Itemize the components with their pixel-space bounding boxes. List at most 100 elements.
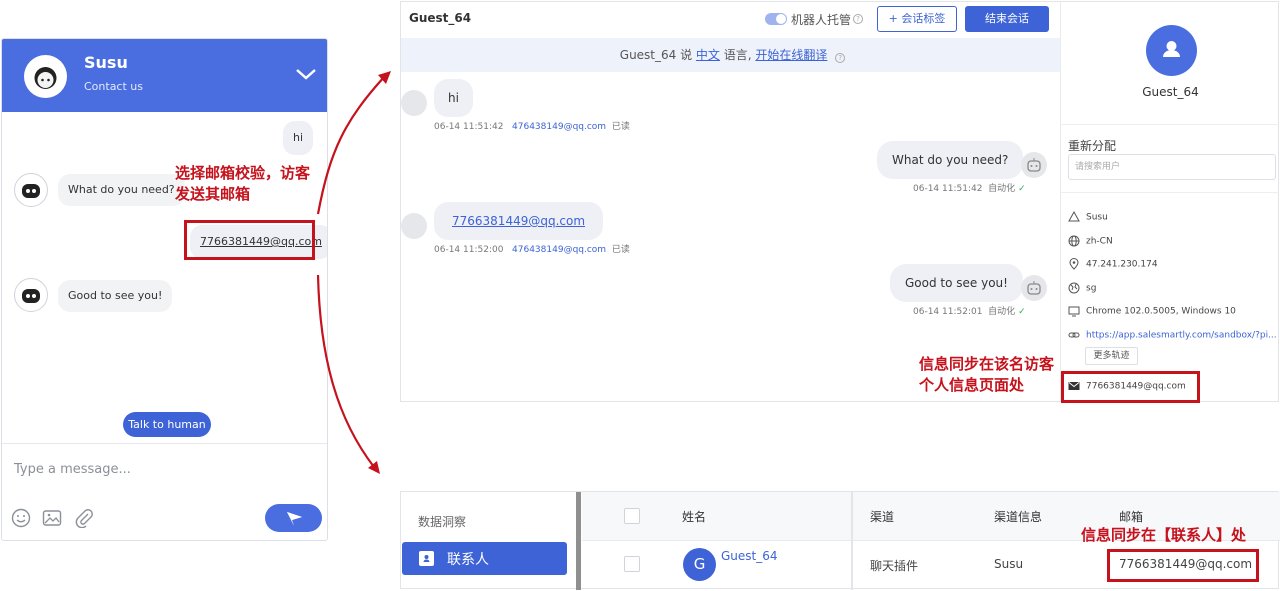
highlight-contact-email [1107, 549, 1259, 582]
user-message: hi [283, 121, 314, 155]
nav-contacts-label: 联系人 [447, 552, 489, 568]
banner-mid: 语言, [719, 48, 756, 62]
panel-splitter[interactable] [576, 492, 581, 590]
divider [1061, 124, 1279, 125]
talk-to-human-button[interactable]: Talk to human [123, 412, 211, 437]
nav-data-insights[interactable]: 数据洞察 [418, 513, 466, 530]
info-region-value: sg [1086, 283, 1097, 294]
info-channel-value: Susu [1086, 212, 1108, 223]
conversation-title: Guest_64 [409, 11, 472, 25]
highlight-visitor-email [1061, 371, 1200, 403]
message-email[interactable]: 476438149@qq.com [512, 122, 606, 132]
message-time: 06-14 11:51:42 [434, 122, 504, 132]
column-header-channel-info[interactable]: 渠道信息 [994, 508, 1042, 525]
send-button[interactable] [265, 504, 322, 532]
help-icon[interactable]: ? [835, 53, 846, 63]
automation-status: 自动化 [988, 307, 1016, 317]
bot-icon [1021, 275, 1047, 301]
contact-name[interactable]: Guest_64 [721, 549, 778, 563]
info-url-value[interactable]: https://app.salesmartly.com/sandbox/?pi.… [1086, 331, 1277, 341]
column-header-channel[interactable]: 渠道 [870, 508, 894, 525]
robot-hosting-label: 机器人托管 [791, 13, 852, 27]
add-tag-button[interactable]: + 会话标签 [877, 6, 957, 32]
arrowhead [378, 71, 391, 84]
bot-message: Good to see you! [890, 264, 1023, 302]
info-browser-value: Chrome 102.0.5005, Windows 10 [1086, 306, 1236, 317]
row-checkbox[interactable] [624, 556, 640, 572]
message-meta: 06-14 11:51:42 476438149@qq.com 已读 [434, 119, 630, 132]
widget-header: Susu Contact us [2, 39, 327, 112]
monitor-icon [1068, 305, 1080, 317]
panel-divider [1060, 2, 1061, 401]
widget-subtitle: Contact us [84, 80, 143, 93]
arrow-to-conversation [316, 75, 386, 215]
select-all-checkbox[interactable] [624, 508, 640, 524]
message-input[interactable]: Type a message... [2, 443, 327, 499]
divider [1061, 192, 1279, 193]
language-link[interactable]: 中文 [696, 48, 720, 62]
info-ip: 47.241.230.174 [1068, 258, 1158, 270]
bot-message: Good to see you! [58, 280, 173, 312]
contact-channel-info: Susu [994, 557, 1024, 571]
translation-banner: Guest_64 说 中文 语言, 开始在线翻译 ? [401, 38, 1060, 72]
column-header-email[interactable]: 邮箱 [1119, 508, 1143, 525]
visitor-profile-name: Guest_64 [1142, 85, 1199, 99]
emoji-icon[interactable] [11, 508, 31, 528]
start-translation-link[interactable]: 开始在线翻译 [755, 48, 827, 62]
column-header-name[interactable]: 姓名 [682, 508, 706, 525]
widget-title: Susu [84, 53, 128, 72]
annotation-visitor-info: 信息同步在该名访客个人信息页面处 [919, 355, 1055, 394]
bot-message: What do you need? [877, 141, 1024, 179]
contact-avatar: G [683, 548, 716, 581]
contacts-icon [419, 551, 434, 566]
robot-hosting-toggle[interactable] [765, 13, 787, 25]
visitor-profile-avatar [1146, 25, 1197, 76]
globe-icon [1068, 235, 1080, 247]
info-ip-value: 47.241.230.174 [1086, 259, 1158, 270]
reassign-label: 重新分配 [1068, 139, 1117, 153]
help-icon[interactable]: ? [853, 14, 863, 24]
more-tracks-button[interactable]: 更多轨迹 [1085, 347, 1138, 365]
agent-avatar [24, 55, 67, 98]
user-search-input[interactable]: 请搜索用户 [1068, 154, 1276, 180]
message-time: 06-14 11:52:00 [434, 245, 504, 255]
automation-status: 自动化 [988, 184, 1016, 194]
message-meta: 06-14 11:52:01 自动化 ✓ [913, 304, 1026, 317]
bot-icon [1021, 152, 1047, 178]
read-status: 已读 [611, 245, 630, 255]
visitor-avatar [401, 90, 427, 116]
chat-widget: Susu Contact us hi What do you need? 776… [1, 38, 328, 541]
message-time: 06-14 11:52:01 [913, 307, 983, 317]
conversation-panel: Guest_64 机器人托管 ? + 会话标签 结束会话 Guest_64 说 … [400, 1, 1279, 402]
info-url: https://app.salesmartly.com/sandbox/?pi.… [1068, 329, 1277, 341]
info-language: zh-CN [1068, 235, 1113, 247]
link-icon [1068, 329, 1080, 341]
info-language-value: zh-CN [1086, 236, 1113, 247]
image-icon[interactable] [42, 508, 62, 528]
nav-contacts[interactable]: 联系人 [402, 542, 567, 575]
end-conversation-button[interactable]: 结束会话 [965, 6, 1049, 32]
message-email[interactable]: 476438149@qq.com [512, 245, 606, 255]
info-channel: Susu [1068, 210, 1108, 223]
visitor-message-email[interactable]: 7766381449@qq.com [434, 202, 604, 240]
highlight-widget-email [184, 220, 315, 260]
add-tag-label: 会话标签 [901, 12, 946, 25]
check-icon: ✓ [1018, 184, 1026, 194]
message-time: 06-14 11:51:42 [913, 184, 983, 194]
check-icon: ✓ [1018, 307, 1026, 317]
earth-icon [1068, 282, 1080, 294]
arrowhead [368, 461, 380, 474]
column-divider [851, 492, 853, 590]
read-status: 已读 [611, 122, 630, 132]
chevron-down-icon[interactable] [295, 63, 317, 85]
channel-icon [1068, 210, 1080, 223]
attachment-icon[interactable] [74, 508, 94, 529]
contact-channel: 聊天插件 [870, 559, 919, 573]
location-pin-icon [1068, 258, 1080, 270]
bot-message: What do you need? [58, 174, 185, 206]
message-meta: 06-14 11:52:00 476438149@qq.com 已读 [434, 242, 630, 255]
info-browser: Chrome 102.0.5005, Windows 10 [1068, 305, 1236, 317]
annotation-contacts: 信息同步在【联系人】处 [1081, 526, 1247, 544]
bot-icon [14, 173, 48, 207]
visitor-message: hi [434, 79, 473, 117]
